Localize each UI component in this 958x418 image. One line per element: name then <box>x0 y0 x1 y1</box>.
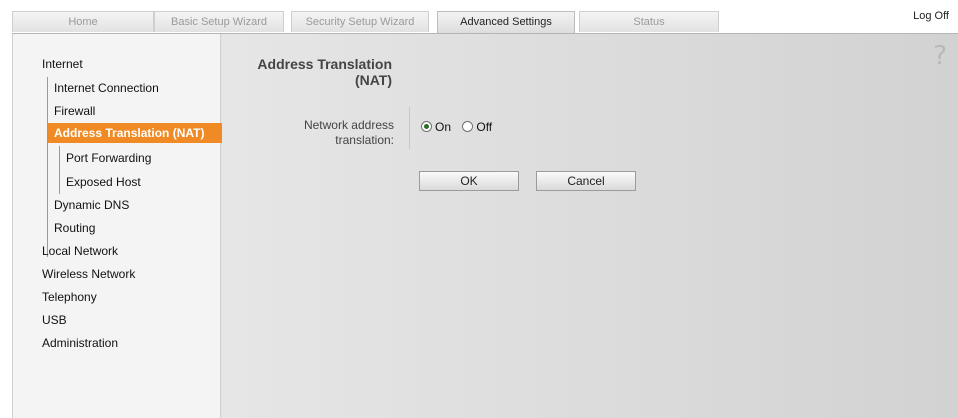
tab-basic-setup-wizard[interactable]: Basic Setup Wizard <box>154 11 284 32</box>
ok-button[interactable]: OK <box>419 171 519 191</box>
field-separator <box>409 107 410 149</box>
cancel-button[interactable]: Cancel <box>536 171 636 191</box>
sidebar-item-internet-connection[interactable]: Internet Connection <box>54 78 159 98</box>
nat-radio-group: On Off <box>421 119 500 135</box>
logoff-link[interactable]: Log Off <box>913 10 949 22</box>
tree-line <box>47 77 48 257</box>
tab-advanced-settings[interactable]: Advanced Settings <box>437 11 575 34</box>
content-area: Address Translation (NAT) ? Network addr… <box>222 34 958 418</box>
tab-home[interactable]: Home <box>12 11 154 32</box>
sidebar-item-exposed-host[interactable]: Exposed Host <box>66 172 141 192</box>
nat-field-label: Network address translation: <box>303 118 394 147</box>
sidebar-item-telephony[interactable]: Telephony <box>42 287 97 307</box>
sidebar-item-routing[interactable]: Routing <box>54 218 95 238</box>
sidebar-item-port-forwarding[interactable]: Port Forwarding <box>66 148 151 168</box>
sidebar-item-internet[interactable]: Internet <box>42 54 83 74</box>
sidebar-item-wireless-network[interactable]: Wireless Network <box>42 264 135 284</box>
radio-off[interactable] <box>462 121 474 133</box>
sidebar: Internet Internet Connection Firewall Ad… <box>13 34 231 418</box>
sidebar-item-dynamic-dns[interactable]: Dynamic DNS <box>54 195 129 215</box>
sidebar-item-firewall[interactable]: Firewall <box>54 101 95 121</box>
radio-on-label[interactable]: On <box>435 120 451 134</box>
radio-on[interactable] <box>421 121 432 133</box>
tab-security-setup-wizard[interactable]: Security Setup Wizard <box>291 11 429 32</box>
page-title: Address Translation (NAT) <box>257 56 392 88</box>
main-panel: Internet Internet Connection Firewall Ad… <box>12 33 958 418</box>
tree-line <box>59 146 60 194</box>
sidebar-item-usb[interactable]: USB <box>42 310 67 330</box>
sidebar-item-local-network[interactable]: Local Network <box>42 241 118 261</box>
radio-off-label[interactable]: Off <box>476 120 492 134</box>
tab-status[interactable]: Status <box>579 11 719 32</box>
sidebar-item-nat[interactable]: Address Translation (NAT) <box>48 123 231 143</box>
help-icon[interactable]: ? <box>933 41 947 71</box>
sidebar-item-administration[interactable]: Administration <box>42 333 118 353</box>
